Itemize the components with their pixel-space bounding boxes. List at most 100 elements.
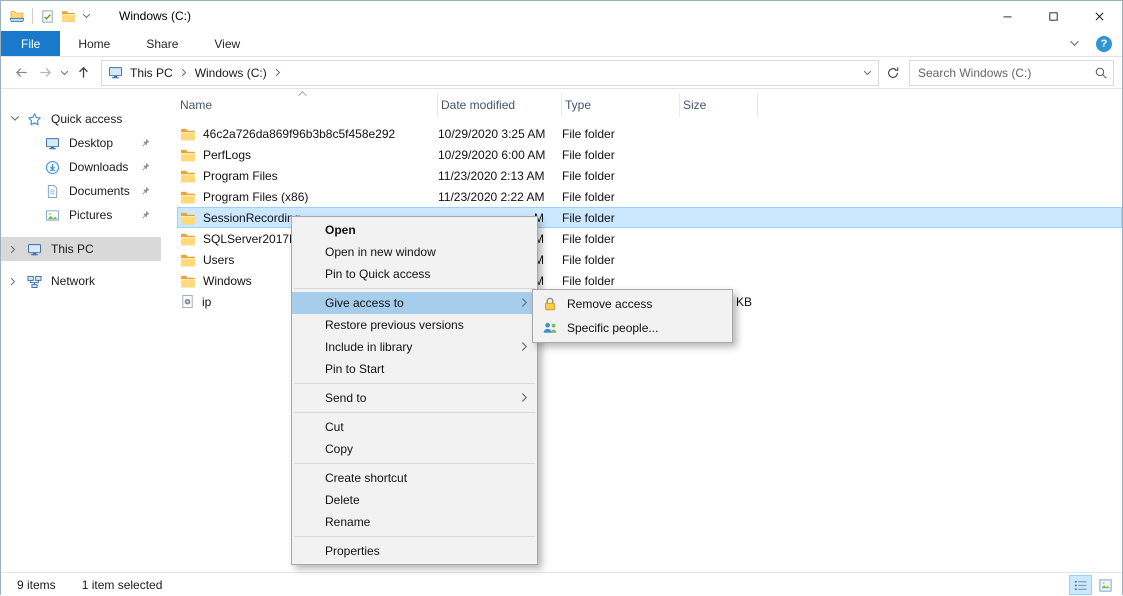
- folder-icon: [180, 169, 196, 183]
- sidebar-item-quick-access[interactable]: Quick access: [1, 107, 161, 131]
- chevron-down-icon: [60, 70, 69, 76]
- context-menu-item-send-to[interactable]: Send to: [292, 387, 537, 409]
- context-menu-item-give-access-to[interactable]: Give access to: [292, 292, 537, 314]
- lock-icon: [542, 296, 558, 312]
- sidebar-item-label: Quick access: [51, 112, 122, 126]
- close-button[interactable]: [1076, 1, 1122, 31]
- collapsed-chevron-icon[interactable]: [10, 245, 16, 254]
- sidebar-item-documents[interactable]: Documents: [1, 179, 161, 203]
- give-access-to-submenu: Remove access Specific people...: [532, 289, 733, 343]
- file-type: File folder: [562, 165, 680, 186]
- context-menu-item-copy[interactable]: Copy: [292, 438, 537, 460]
- this-pc-icon: [108, 65, 123, 80]
- column-header-type[interactable]: Type: [562, 93, 680, 117]
- tab-home[interactable]: Home: [60, 31, 128, 56]
- search-icon[interactable]: [1094, 66, 1108, 80]
- context-menu-item-pin-to-start[interactable]: Pin to Start: [292, 358, 537, 380]
- window-title: Windows (C:): [119, 9, 191, 23]
- back-arrow-icon: [14, 65, 29, 80]
- sidebar-item-pictures[interactable]: Pictures: [1, 203, 161, 227]
- address-dropdown-chevron-icon[interactable]: [863, 70, 872, 76]
- context-menu-item-pin-to-quick-access[interactable]: Pin to Quick access: [292, 263, 537, 285]
- address-bar[interactable]: This PC Windows (C:): [101, 60, 879, 86]
- refresh-button[interactable]: [881, 61, 905, 85]
- context-menu-item-rename[interactable]: Rename: [292, 511, 537, 533]
- details-view-button[interactable]: [1069, 575, 1092, 595]
- tab-view[interactable]: View: [196, 31, 258, 56]
- menu-separator: [294, 463, 535, 464]
- sidebar-item-label: Downloads: [69, 160, 128, 174]
- up-button[interactable]: [71, 61, 95, 85]
- file-date: 10/29/2020 3:25 AM: [438, 123, 562, 144]
- submenu-arrow-icon: [521, 341, 528, 352]
- file-name: PerfLogs: [203, 148, 251, 162]
- navigation-pane: Quick access Desktop Downloads Documents…: [1, 89, 161, 572]
- folder-icon: [180, 148, 196, 162]
- minimize-button[interactable]: [984, 1, 1030, 31]
- file-type: File folder: [562, 207, 680, 228]
- file-date: 11/23/2020 2:22 AM: [438, 186, 562, 207]
- selection-count: 1 item selected: [82, 578, 163, 592]
- sidebar-item-network[interactable]: Network: [1, 269, 161, 293]
- column-header-size[interactable]: Size: [680, 93, 758, 117]
- network-icon: [27, 274, 42, 289]
- context-menu: Open Open in new window Pin to Quick acc…: [291, 216, 538, 565]
- context-menu-item-open-in-new-window[interactable]: Open in new window: [292, 241, 537, 263]
- tab-share[interactable]: Share: [128, 31, 196, 56]
- sidebar-item-downloads[interactable]: Downloads: [1, 155, 161, 179]
- file-name: Windows: [203, 274, 252, 288]
- customize-quick-access-chevron-icon[interactable]: [82, 13, 91, 19]
- breadcrumb-chevron-icon[interactable]: [275, 68, 281, 77]
- sidebar-item-label: Documents: [69, 184, 130, 198]
- expand-ribbon-chevron-icon[interactable]: [1069, 40, 1080, 47]
- large-icons-view-button[interactable]: [1094, 575, 1117, 595]
- sidebar-item-this-pc[interactable]: This PC: [1, 237, 161, 261]
- file-type: File folder: [562, 228, 680, 249]
- help-button[interactable]: ?: [1096, 36, 1112, 52]
- file-size: [680, 207, 758, 228]
- collapsed-chevron-icon[interactable]: [10, 277, 16, 286]
- file-row[interactable]: 46c2a726da869f96b3b8c5f458e292 10/29/202…: [177, 123, 1122, 144]
- file-size: [680, 249, 758, 270]
- expanded-chevron-icon[interactable]: [10, 115, 20, 122]
- search-input[interactable]: [910, 66, 1089, 80]
- file-size: [680, 228, 758, 249]
- tab-file[interactable]: File: [1, 31, 60, 56]
- context-menu-item-cut[interactable]: Cut: [292, 416, 537, 438]
- navigation-toolbar: This PC Windows (C:): [1, 57, 1122, 89]
- file-row[interactable]: Program Files (x86) 11/23/2020 2:22 AM F…: [177, 186, 1122, 207]
- file-row[interactable]: PerfLogs 10/29/2020 6:00 AM File folder: [177, 144, 1122, 165]
- submenu-item-remove-access[interactable]: Remove access: [533, 292, 732, 316]
- this-pc-icon: [27, 242, 42, 257]
- up-arrow-icon: [76, 65, 91, 80]
- context-menu-item-restore-previous-versions[interactable]: Restore previous versions: [292, 314, 537, 336]
- back-button[interactable]: [9, 61, 33, 85]
- context-menu-item-delete[interactable]: Delete: [292, 489, 537, 511]
- breadcrumb-this-pc[interactable]: This PC: [123, 66, 180, 80]
- file-date: 10/29/2020 6:00 AM: [438, 144, 562, 165]
- file-name: SessionRecording: [203, 211, 300, 225]
- quick-access-properties-icon[interactable]: [40, 9, 55, 24]
- folder-icon: [180, 211, 196, 225]
- context-menu-item-create-shortcut[interactable]: Create shortcut: [292, 467, 537, 489]
- people-icon: [542, 320, 558, 336]
- submenu-item-specific-people[interactable]: Specific people...: [533, 316, 732, 340]
- explorer-window: { "titlebar": { "title": "Windows (C:)" …: [0, 0, 1123, 595]
- column-header-date-modified[interactable]: Date modified: [438, 93, 562, 117]
- file-name: Program Files: [203, 169, 278, 183]
- maximize-button[interactable]: [1030, 1, 1076, 31]
- recent-locations-button[interactable]: [57, 61, 71, 85]
- file-row[interactable]: Program Files 11/23/2020 2:13 AM File fo…: [177, 165, 1122, 186]
- forward-button[interactable]: [33, 61, 57, 85]
- context-menu-item-include-in-library[interactable]: Include in library: [292, 336, 537, 358]
- quick-access-new-folder-icon[interactable]: [61, 9, 76, 23]
- context-menu-item-open[interactable]: Open: [292, 219, 537, 241]
- breadcrumb-windows-c[interactable]: Windows (C:): [188, 66, 274, 80]
- status-bar: 9 items 1 item selected: [1, 572, 1122, 596]
- quick-access-star-icon: [27, 112, 42, 127]
- sidebar-item-desktop[interactable]: Desktop: [1, 131, 161, 155]
- refresh-icon: [886, 66, 900, 80]
- explorer-app-icon[interactable]: [9, 8, 25, 24]
- context-menu-item-properties[interactable]: Properties: [292, 540, 537, 562]
- breadcrumb-chevron-icon[interactable]: [181, 68, 187, 77]
